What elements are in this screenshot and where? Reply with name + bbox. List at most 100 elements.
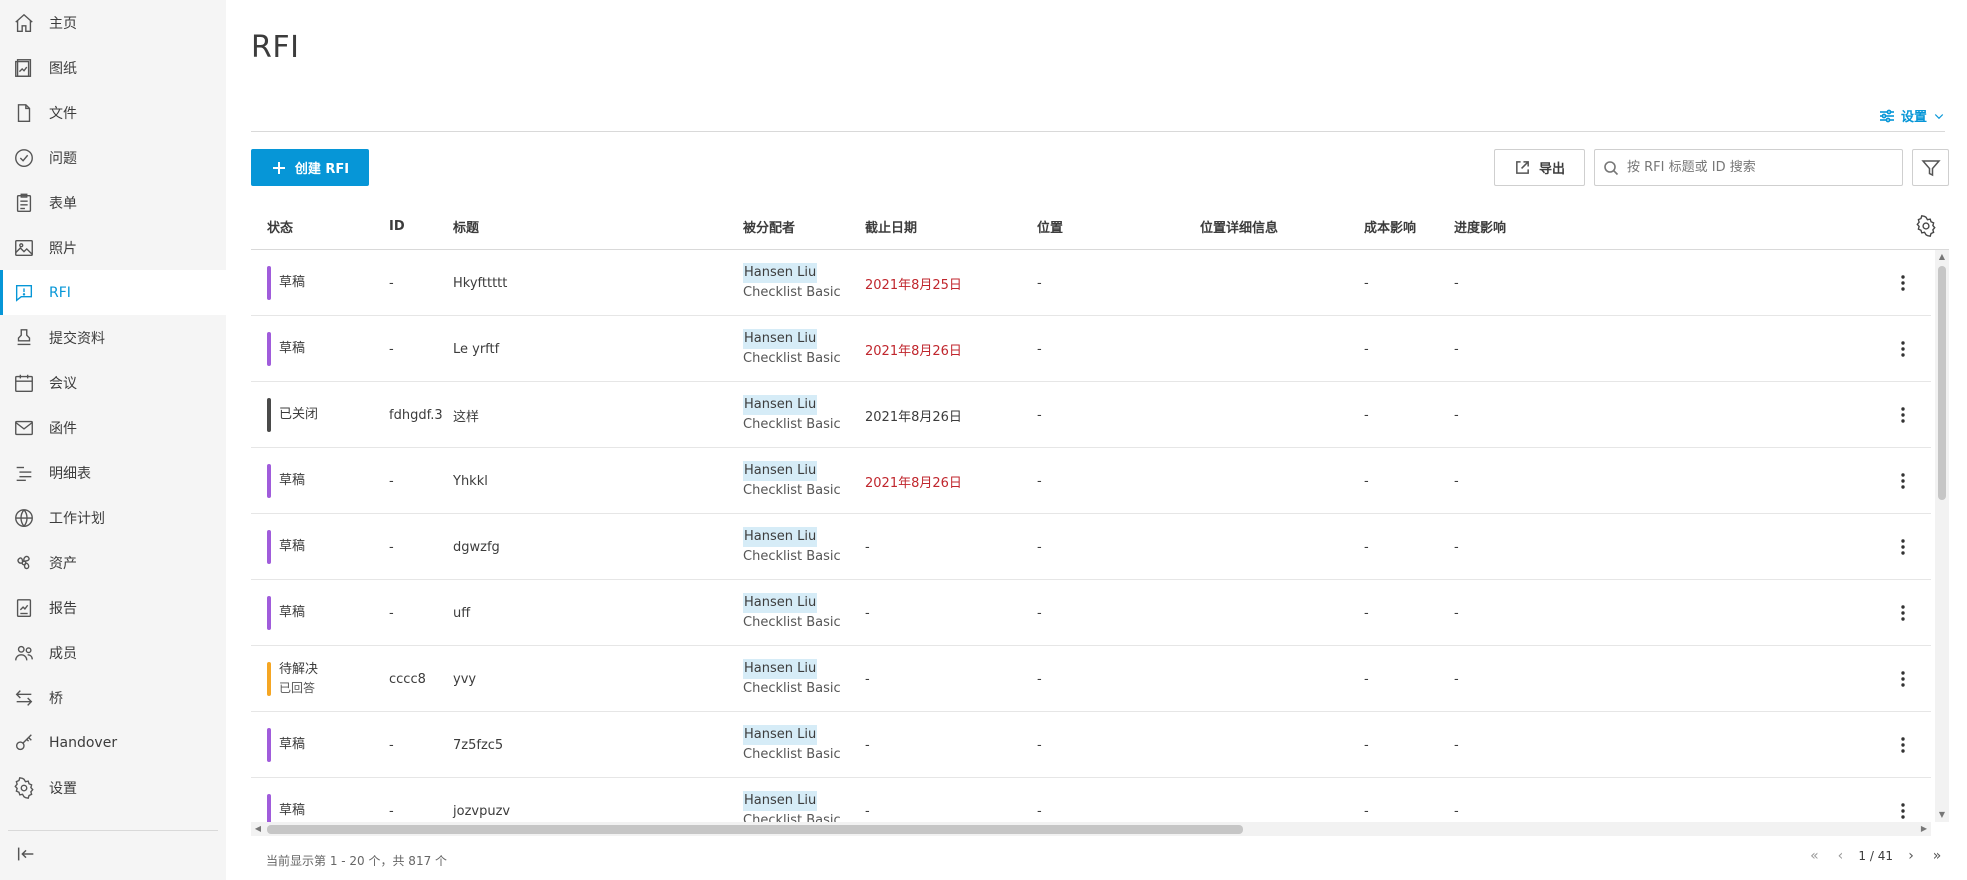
sidebar-item-7[interactable]: 提交资料 [0,315,226,360]
row-more-button[interactable] [1891,667,1915,691]
table-row[interactable]: 待解决 已回答 cccc8 yvy Hansen Liu Checklist Basic -… [251,646,1931,712]
row-more-button[interactable] [1891,799,1915,822]
assignee-cell: Hansen Liu Checklist Basic [743,646,841,712]
sidebar-item-15[interactable]: 桥 [0,675,226,720]
assignee-name: Hansen Liu [743,725,818,745]
scroll-up-icon[interactable]: ▲ [1937,252,1947,262]
sidebar-item-17[interactable]: 设置 [0,765,226,810]
file-icon [12,101,36,125]
assignee-team: Checklist Basic [743,285,841,300]
status-text: 待解决 已回答 [279,661,318,697]
sidebar: 主页 图纸文件问题 表单 照片 RFI 提交资料 会议 函件明细表工作计划 资产 报告 成员桥 Han… [0,0,226,880]
sidebar-item-3[interactable]: 问题 [0,135,226,180]
prev-page-icon[interactable]: ‹ [1832,848,1848,864]
pagination: « ‹ 1 / 41 › » [1806,848,1945,864]
sidebar-item-4[interactable]: 表单 [0,180,226,225]
horizontal-scroll-thumb[interactable] [267,825,1243,834]
export-button[interactable]: 导出 [1494,149,1585,186]
sidebar-item-10[interactable]: 明细表 [0,450,226,495]
sidebar-item-label: 明细表 [49,465,91,482]
vertical-scrollbar[interactable]: ▲ ▼ [1935,250,1949,822]
column-header-id[interactable]: ID [389,203,405,250]
sidebar-divider [8,830,218,831]
sidebar-item-16[interactable]: Handover [0,720,226,765]
horizontal-scrollbar[interactable]: ◀ ▶ [251,822,1931,836]
assignee-team: Checklist Basic [743,813,841,822]
table-row[interactable]: 草稿 - uff Hansen Liu Checklist Basic - - - - [251,580,1931,646]
sidebar-item-8[interactable]: 会议 [0,360,226,405]
column-header-due-date[interactable]: 截止日期 [865,203,917,250]
id-cell: cccc8 [389,671,426,687]
scroll-left-icon[interactable]: ◀ [253,824,263,834]
sidebar-item-14[interactable]: 成员 [0,630,226,675]
row-more-button[interactable] [1891,601,1915,625]
column-header-title[interactable]: 标题 [453,203,479,250]
filter-button[interactable] [1912,149,1949,186]
column-header-location[interactable]: 位置 [1037,203,1063,250]
title-divider [251,131,1945,132]
table-row[interactable]: 草稿 - Yhkkl Hansen Liu Checklist Basic 2021年8月… [251,448,1931,514]
table-row[interactable]: 草稿 - jozvpuzv Hansen Liu Checklist Basic - - - - [251,778,1931,822]
sidebar-item-label: 文件 [49,105,77,122]
column-header-assignee[interactable]: 被分配者 [743,203,795,250]
title-cell[interactable]: Hkyfttttt [453,250,507,316]
assignee-team: Checklist Basic [743,483,841,498]
sidebar-item-0[interactable]: 主页 [0,0,226,45]
search-input[interactable] [1625,159,1895,176]
sidebar-item-5[interactable]: 照片 [0,225,226,270]
row-more-button[interactable] [1891,733,1915,757]
row-more-button[interactable] [1891,469,1915,493]
title-cell[interactable]: uff [453,580,470,646]
table-row[interactable]: 草稿 - Hkyfttttt Hansen Liu Checklist Basic 202… [251,250,1931,316]
column-header-cost-impact[interactable]: 成本影响 [1364,203,1416,250]
next-page-icon[interactable]: › [1903,848,1919,864]
sidebar-nav: 主页 图纸文件问题 表单 照片 RFI 提交资料 会议 函件明细表工作计划 资产 报告 成员桥 Han… [0,0,226,810]
scroll-down-icon[interactable]: ▼ [1937,810,1947,820]
more-vertical-icon [1901,737,1905,753]
title-cell[interactable]: Yhkkl [453,448,488,514]
status-label: 草稿 [279,605,306,620]
table-row[interactable]: 草稿 - Le yrftf Hansen Liu Checklist Basic 2021… [251,316,1931,382]
title-cell[interactable]: jozvpuzv [453,778,510,822]
title-cell[interactable]: dgwzfg [453,514,500,580]
results-count: 当前显示第 1 - 20 个，共 817 个 [266,854,448,868]
column-settings-button[interactable] [1915,215,1939,239]
main-content: RFI 设置 创建 RFI 导出 状态ID标题被分 [226,0,1967,880]
column-header-schedule-impact[interactable]: 进度影响 [1454,203,1506,250]
location-cell: - [1037,275,1042,291]
mail-icon [12,416,36,440]
cost-impact-cell: - [1364,671,1369,687]
scroll-right-icon[interactable]: ▶ [1919,824,1929,834]
title-cell[interactable]: yvy [453,646,476,712]
first-page-icon[interactable]: « [1806,848,1822,864]
last-page-icon[interactable]: » [1929,848,1945,864]
title-cell[interactable]: Le yrftf [453,316,499,382]
report-icon [12,596,36,620]
sidebar-item-11[interactable]: 工作计划 [0,495,226,540]
row-more-button[interactable] [1891,403,1915,427]
home-icon [12,11,36,35]
row-more-button[interactable] [1891,271,1915,295]
table-row[interactable]: 已关闭 fdhgdf.3 这样 Hansen Liu Checklist Basic 20… [251,382,1931,448]
collapse-sidebar-button[interactable] [12,840,40,868]
sidebar-item-2[interactable]: 文件 [0,90,226,135]
status-indicator [267,794,271,822]
create-rfi-button[interactable]: 创建 RFI [251,149,369,186]
table-row[interactable]: 草稿 - 7z5fzc5 Hansen Liu Checklist Basic - - - - [251,712,1931,778]
title-cell[interactable]: 7z5fzc5 [453,712,503,778]
settings-dropdown[interactable]: 设置 [1879,106,1945,125]
sidebar-item-9[interactable]: 函件 [0,405,226,450]
photo-icon [12,236,36,260]
title-cell[interactable]: 这样 [453,382,479,448]
sidebar-item-6[interactable]: RFI [0,270,226,315]
sidebar-item-13[interactable]: 报告 [0,585,226,630]
sidebar-item-1[interactable]: 图纸 [0,45,226,90]
row-more-button[interactable] [1891,337,1915,361]
column-header-status[interactable]: 状态 [267,203,293,250]
schedule-impact-cell: - [1454,275,1459,291]
vertical-scroll-thumb[interactable] [1938,266,1946,500]
table-row[interactable]: 草稿 - dgwzfg Hansen Liu Checklist Basic - - - - [251,514,1931,580]
row-more-button[interactable] [1891,535,1915,559]
sidebar-item-12[interactable]: 资产 [0,540,226,585]
column-header-location-detail[interactable]: 位置详细信息 [1200,203,1278,250]
